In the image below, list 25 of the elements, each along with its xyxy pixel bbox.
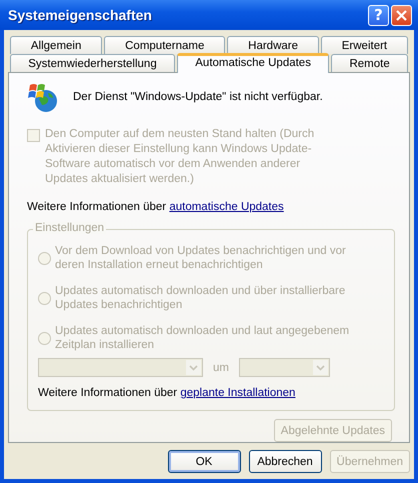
dialog-button[interactable]: OK: [168, 450, 241, 473]
radio-label: Updates automatisch downloaden und laut angegebenem Zeitplan installieren: [55, 324, 350, 352]
tab[interactable]: Automatische Updates: [177, 53, 330, 73]
tab[interactable]: Systemwiederherstellung: [10, 54, 175, 72]
checkbox-label: Den Computer auf dem neusten Stand halten (Durch Aktivieren dieser Einstellung kann Windows Update-Software automatisch vor dem Anwenden anderer Updates aktualisiert werden.): [45, 127, 316, 188]
link[interactable]: automatische Updates: [169, 201, 284, 214]
globe-flag-icon: [27, 81, 59, 114]
tab[interactable]: Computername: [104, 36, 226, 54]
radio-label: Updates automatisch downloaden und über installierbare Updates benachrichtigen: [55, 284, 346, 312]
caret-icon: [189, 364, 198, 371]
radio-label: Vor dem Download von Updates benachrichtigen und vor deren Installation erneut benachrichtigen: [55, 244, 347, 272]
close-button[interactable]: [391, 4, 412, 26]
tab[interactable]: Erweitert: [320, 36, 408, 54]
notice-text: Der Dienst "Windows-Update" ist nicht verfügbar.: [73, 91, 323, 104]
tab[interactable]: Remote: [331, 54, 408, 72]
tab[interactable]: Allgemein: [10, 36, 102, 54]
info-text: Weitere Informationen über: [38, 387, 178, 400]
window-title: Systemeigenschaften: [8, 7, 152, 23]
info-text: Weitere Informationen über: [27, 201, 166, 214]
group-title: Einstellungen: [33, 222, 106, 234]
dialog-button[interactable]: Abbrechen: [248, 450, 322, 473]
close-icon: [396, 10, 407, 20]
tab[interactable]: Hardware: [227, 36, 319, 54]
caret-icon: [316, 364, 325, 371]
separator-text: um: [213, 362, 229, 374]
